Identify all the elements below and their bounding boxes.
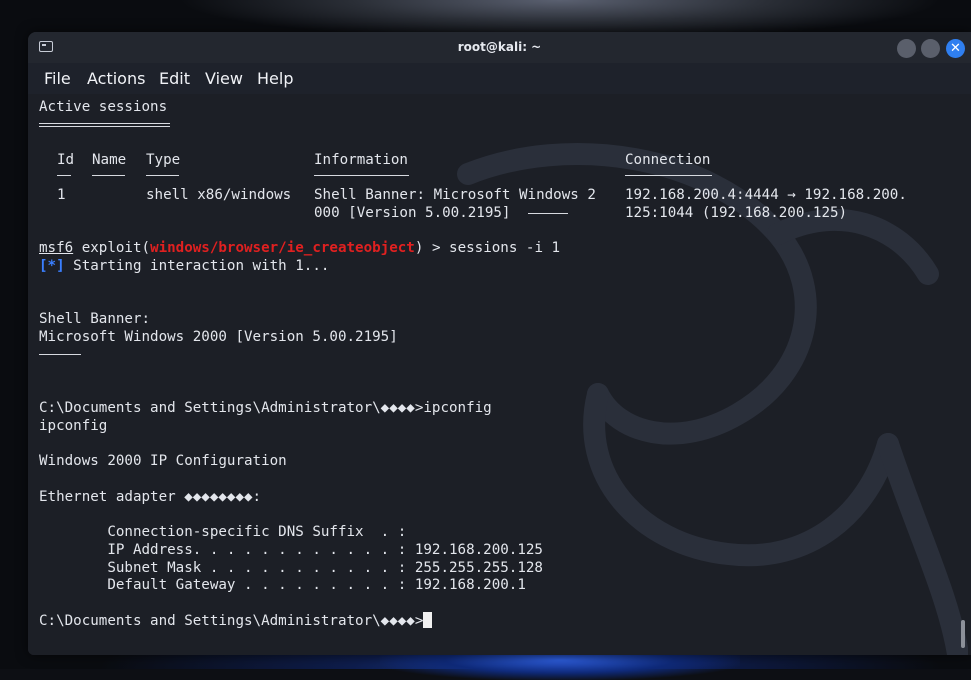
col-id-rule xyxy=(57,175,71,176)
msf-module-name: windows/browser/ie_createobject xyxy=(150,240,415,256)
close-button[interactable]: ✕ xyxy=(946,39,965,58)
col-name-rule xyxy=(92,175,125,176)
msf-prompt-prefix: msf6 xyxy=(39,240,74,256)
default-gateway: Default Gateway . . . . . . . . . : 192.… xyxy=(39,577,526,593)
heading-underline-2 xyxy=(39,126,170,127)
col-name: Name xyxy=(92,152,127,168)
banner-text: Microsoft Windows 2000 [Version 5.00.219… xyxy=(39,329,398,345)
session-type: shell x86/windows xyxy=(146,187,292,203)
final-prompt: C:\Documents and Settings\Administrator\… xyxy=(39,613,424,629)
close-icon: ✕ xyxy=(950,41,961,56)
menu-view[interactable]: View xyxy=(205,69,243,88)
col-information: Information xyxy=(314,152,408,168)
scrollbar-thumb[interactable] xyxy=(961,620,965,648)
col-connection: Connection xyxy=(625,152,711,168)
session-info-1: Shell Banner: Microsoft Windows 2 xyxy=(314,187,596,203)
menu-edit[interactable]: Edit xyxy=(159,69,190,88)
status-tag: [*] xyxy=(39,258,65,274)
banner-label: Shell Banner: xyxy=(39,311,151,327)
cmd-prompt-ipconfig: C:\Documents and Settings\Administrator\… xyxy=(39,400,492,416)
menu-bar: File Actions Edit View Help xyxy=(28,63,971,94)
cmd-echo: ipconfig xyxy=(39,418,108,434)
session-conn-2: 125:1044 (192.168.200.125) xyxy=(625,205,848,221)
menu-actions[interactable]: Actions xyxy=(87,69,145,88)
col-connection-rule xyxy=(625,175,712,176)
status-line: [*] Starting interaction with 1... xyxy=(39,257,329,275)
session-info-2: 000 [Version 5.00.2195] xyxy=(314,205,511,221)
text-cursor xyxy=(423,612,433,628)
info-rule xyxy=(528,213,568,214)
window-title: root@kali: ~ xyxy=(457,40,542,54)
adapter-name: Ethernet adapter ◆◆◆◆◆◆◆◆: xyxy=(39,489,262,505)
subnet-mask: Subnet Mask . . . . . . . . . . . : 255.… xyxy=(39,560,543,576)
ip-address: IP Address. . . . . . . . . . . . : 192.… xyxy=(39,542,543,558)
col-id: Id xyxy=(57,152,75,168)
msf-prompt-exploit: exploit( xyxy=(81,240,151,256)
banner-rule xyxy=(39,354,81,355)
title-bar[interactable]: root@kali: ~ ✕ xyxy=(28,32,971,63)
menu-help[interactable]: Help xyxy=(257,69,293,88)
maximize-button[interactable] xyxy=(921,39,940,58)
heading-underline xyxy=(39,123,170,124)
ip-config-title: Windows 2000 IP Configuration xyxy=(39,453,287,469)
menu-file[interactable]: File xyxy=(44,69,71,88)
sessions-heading: Active sessions xyxy=(39,99,168,115)
final-prompt-line[interactable]: C:\Documents and Settings\Administrator\… xyxy=(39,612,433,630)
msf-prompt-command: ) > sessions -i 1 xyxy=(414,240,561,256)
session-id: 1 xyxy=(57,187,66,203)
col-type-rule xyxy=(146,175,179,176)
minimize-button[interactable] xyxy=(897,39,916,58)
status-text: Starting interaction with 1... xyxy=(64,258,330,274)
col-type: Type xyxy=(146,152,181,168)
terminal-output[interactable]: Active sessions Id Name Type Information… xyxy=(28,94,971,655)
col-information-rule xyxy=(314,175,409,176)
dns-suffix: Connection-specific DNS Suffix . : xyxy=(39,524,407,540)
session-conn-1: 192.168.200.4:4444 → 192.168.200. xyxy=(625,187,907,203)
msf-prompt-line: msf6 exploit(windows/browser/ie_createob… xyxy=(39,239,560,257)
terminal-window[interactable]: root@kali: ~ ✕ File Actions Edit View He… xyxy=(28,32,971,655)
